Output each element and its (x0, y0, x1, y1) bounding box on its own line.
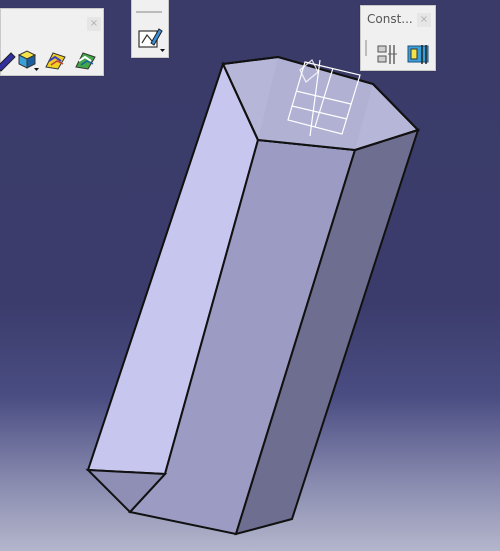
close-icon[interactable]: × (87, 17, 101, 31)
constraint-icon[interactable] (375, 42, 401, 68)
material-icon[interactable] (73, 47, 99, 73)
sketch-icon[interactable] (137, 25, 165, 52)
render-style-icon[interactable] (43, 47, 69, 73)
sketch-toolbar (131, 0, 169, 58)
constraint-defined-icon[interactable] (405, 42, 431, 68)
view-toolbar: × (0, 8, 104, 76)
toolbar-grip[interactable] (136, 11, 162, 13)
constraint-toolbar: Const... × (360, 5, 436, 71)
toolbar-grip[interactable] (365, 40, 367, 56)
toolbar-title: Const... (367, 12, 413, 26)
prism-top-shade (258, 57, 373, 150)
close-icon[interactable]: × (417, 13, 431, 27)
3d-viewport[interactable] (0, 0, 500, 551)
view-mode-icon[interactable] (15, 47, 41, 73)
